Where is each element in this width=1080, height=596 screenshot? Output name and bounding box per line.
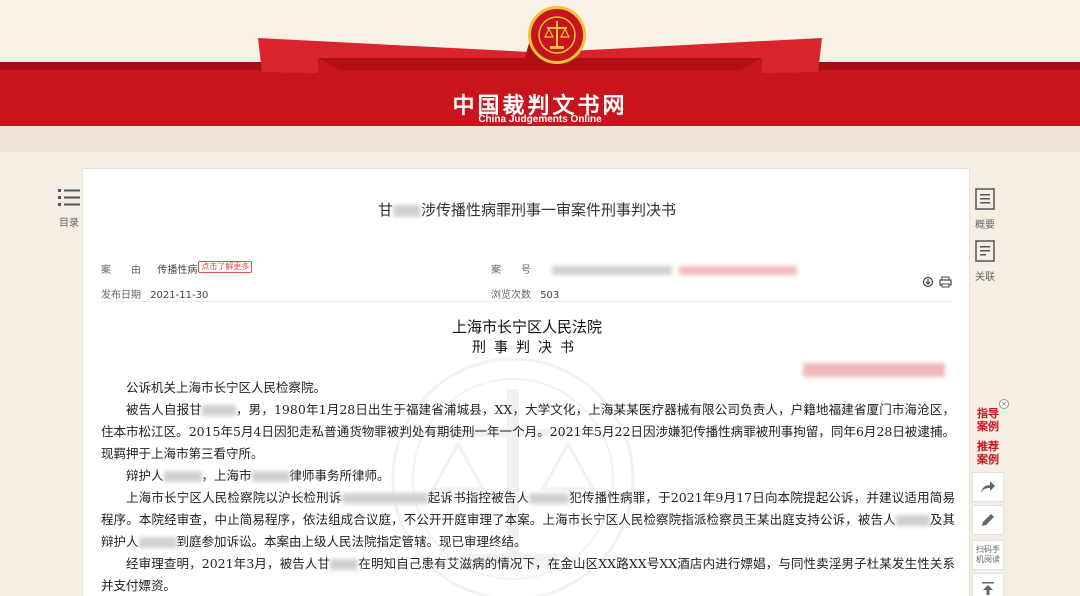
- list-icon: [58, 189, 80, 206]
- cause-value: 传播性病: [157, 265, 198, 276]
- share-icon: [981, 481, 995, 493]
- site-subtitle: China Judgements Online: [478, 114, 602, 125]
- guiding-cases-link[interactable]: 指导案例: [977, 407, 999, 433]
- publish-date-row: 发布日期 2021-11-30: [101, 290, 209, 301]
- court-name: 上海市长宁区人民法院: [451, 318, 602, 336]
- arrow-up-icon: [982, 582, 994, 595]
- judgement-body: 公诉机关上海市长宁区人民检察院。 被告人自报甘 ，男，1980年1月28日出生于福…: [101, 377, 955, 596]
- edit-button[interactable]: [972, 505, 1004, 535]
- meta-divider: [101, 301, 953, 302]
- related-doc-icon: [975, 240, 995, 262]
- summary-label: 概要: [975, 220, 995, 231]
- pencil-icon: [982, 514, 994, 526]
- qr-mobile-read-button[interactable]: 扫码手机阅读: [972, 540, 1004, 570]
- share-button[interactable]: [972, 472, 1004, 502]
- paragraph-defendant: 被告人自报甘 ，男，1980年1月28日出生于福建省浦城县，XX，大学文化，上海某…: [101, 402, 955, 461]
- publish-date: 2021-11-30: [150, 290, 209, 301]
- toc-label: 目录: [59, 218, 79, 229]
- views-row: 浏览次数 503: [491, 290, 560, 301]
- view-count: 503: [540, 290, 560, 301]
- document-card: 甘涉传播性病罪刑事一审案件刑事判决书 案 由 传播性病 点击了解更多 案 号 发布…: [82, 168, 970, 596]
- document-title: 甘涉传播性病罪刑事一审案件刑事判决书: [377, 201, 677, 219]
- related-label: 关联: [975, 272, 995, 283]
- print-icon[interactable]: [939, 276, 952, 288]
- redacted-name: [393, 204, 421, 217]
- redacted-case-number: [552, 265, 673, 275]
- site-header: 中国裁判文书网 China Judgements Online: [0, 0, 1080, 152]
- cause-row: 案 由 传播性病 点击了解更多: [101, 261, 253, 276]
- court-emblem-icon: [528, 6, 586, 64]
- recommended-cases-link[interactable]: 推荐案例: [977, 440, 999, 466]
- document-type: 刑事判决书: [472, 340, 582, 356]
- case-number-row: 案 号: [491, 261, 798, 276]
- side-case-links: 指导案例 推荐案例: [972, 407, 1004, 466]
- paragraph-prosecution: 上海市长宁区人民检察院以沪长检刑诉 起诉书指控被告人 犯传播性病罪，于2021年9月…: [101, 490, 955, 549]
- redacted-stamp: [803, 359, 945, 378]
- paragraph-facts: 经审理查明，2021年3月，被告人甘 在明知自己患有艾滋病的情况下，在金山区XX路…: [101, 556, 956, 593]
- document-icon: [975, 188, 995, 210]
- doc-action-icons: [922, 273, 953, 292]
- summary-button[interactable]: 概要: [970, 188, 1000, 231]
- related-button[interactable]: 关联: [970, 240, 1000, 283]
- paragraph-defense-counsel: 辩护人 ，上海市 律师事务所律师。: [126, 468, 390, 483]
- toc-button[interactable]: 目录: [54, 188, 84, 229]
- learn-more-tag[interactable]: 点击了解更多: [198, 261, 253, 273]
- download-icon[interactable]: [922, 276, 934, 288]
- paragraph-prosecutor: 公诉机关上海市长宁区人民检察院。: [126, 380, 327, 395]
- back-to-top-button[interactable]: [972, 573, 1004, 596]
